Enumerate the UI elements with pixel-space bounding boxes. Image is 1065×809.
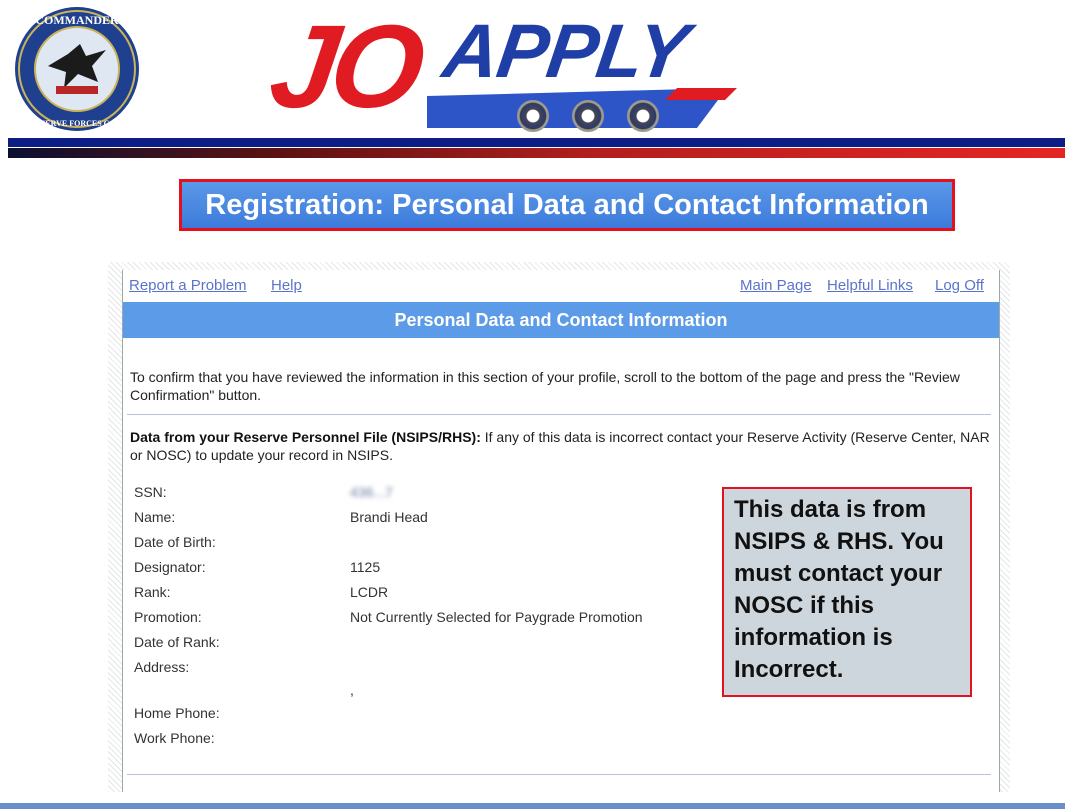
main-page-link[interactable]: Main Page	[740, 277, 812, 294]
address-label: Address:	[134, 659, 190, 675]
seal-text-bottom: NAVY RESERVE FORCES COMMAND	[8, 119, 146, 128]
blue-stripe	[8, 138, 1065, 147]
rank-label: Rank:	[134, 584, 171, 600]
dob-label: Date of Birth:	[134, 534, 216, 550]
logo-text-apply: APPLY	[438, 9, 693, 94]
callout-text: This data is from NSIPS & RHS. You must …	[734, 496, 944, 683]
navy-emblem-icon	[517, 100, 549, 132]
name-value: Brandi Head	[350, 509, 428, 525]
date-of-rank-label: Date of Rank:	[134, 634, 220, 650]
promotion-value: Not Currently Selected for Paygrade Prom…	[350, 609, 643, 625]
divider	[127, 414, 991, 415]
help-link[interactable]: Help	[271, 277, 302, 294]
nsips-notice: Data from your Reserve Personnel File (N…	[130, 428, 990, 464]
report-problem-link[interactable]: Report a Problem	[129, 277, 247, 294]
top-links: Report a Problem Help Main Page Helpful …	[129, 277, 989, 297]
section-title-bar: Personal Data and Contact Information	[123, 302, 999, 338]
designator-label: Designator:	[134, 559, 206, 575]
bottom-divider	[127, 774, 991, 775]
nsips-heading: Data from your Reserve Personnel File (N…	[130, 429, 481, 445]
slide-bottom-edge	[0, 803, 1065, 809]
intro-text: To confirm that you have reviewed the in…	[130, 369, 960, 403]
rank-value: LCDR	[350, 584, 389, 600]
nsips-callout: This data is from NSIPS & RHS. You must …	[722, 487, 972, 697]
site-header: COMMANDER NAVY RESERVE FORCES COMMAND JO…	[0, 0, 1065, 158]
red-stripe	[8, 148, 1065, 158]
navy-reserve-seal-icon: COMMANDER NAVY RESERVE FORCES COMMAND	[8, 7, 146, 131]
dept-navy-emblem-icon	[627, 100, 659, 132]
jo-apply-logo: JO APPLY	[263, 1, 797, 138]
promotion-label: Promotion:	[134, 609, 202, 625]
ssn-value: 436...7	[350, 484, 393, 500]
home-phone-label: Home Phone:	[134, 705, 220, 721]
header-stripe	[8, 138, 1065, 162]
log-off-link[interactable]: Log Off	[935, 277, 984, 294]
seal-text-top: COMMANDER	[35, 13, 119, 27]
work-phone-label: Work Phone:	[134, 730, 215, 746]
page-title-banner: Registration: Personal Data and Contact …	[179, 179, 955, 231]
ssn-label: SSN:	[134, 484, 167, 500]
helpful-links-link[interactable]: Helpful Links	[827, 277, 913, 294]
eagle-emblem-icon	[572, 100, 604, 132]
name-label: Name:	[134, 509, 176, 525]
address-line2-value: ,	[350, 682, 354, 698]
designator-value: 1125	[350, 559, 381, 575]
logo-text-jo: JO	[262, 1, 427, 133]
